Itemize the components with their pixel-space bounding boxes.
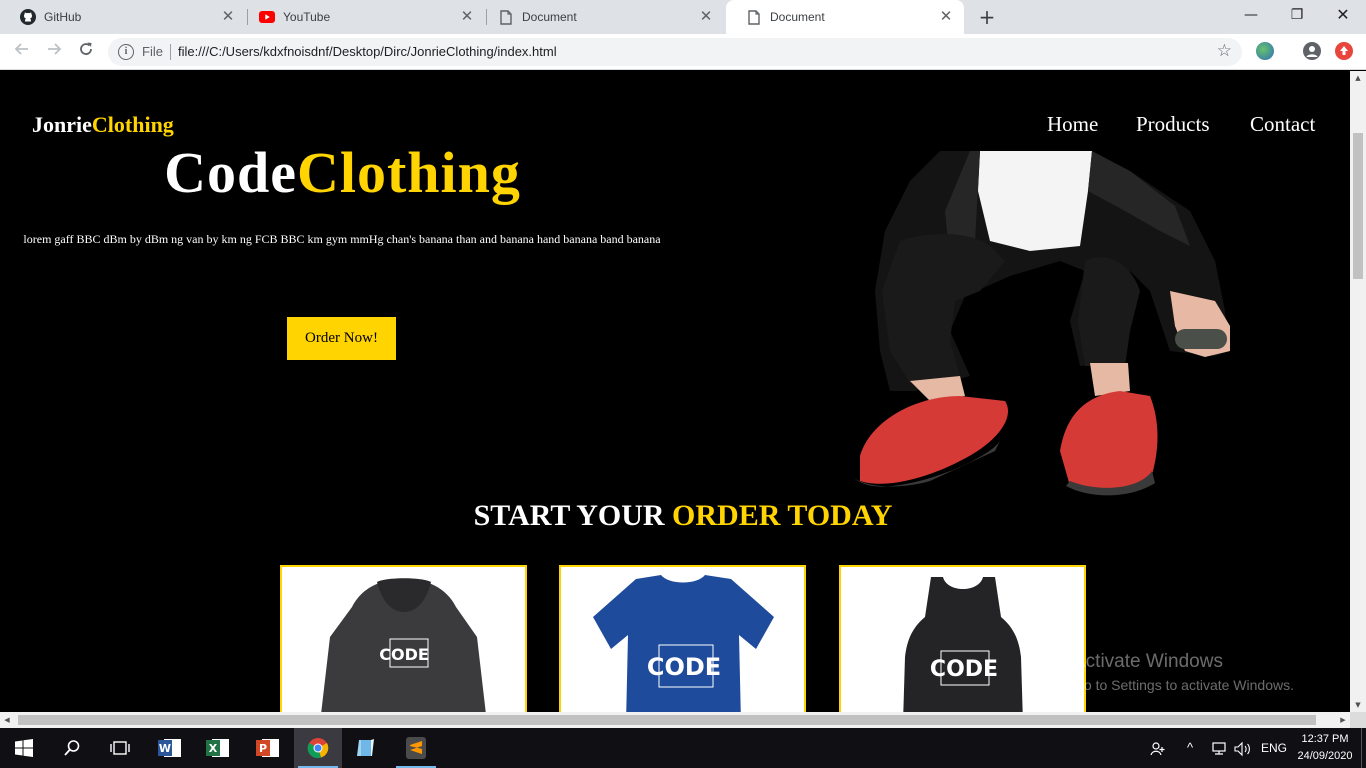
hero-title-part2: Clothing xyxy=(296,140,521,205)
svg-text:P: P xyxy=(259,742,267,755)
vertical-scroll-thumb[interactable] xyxy=(1353,133,1363,279)
tab-youtube[interactable]: YouTube ✕ xyxy=(239,0,485,34)
tab-title: Document xyxy=(522,10,577,24)
horizontal-scrollbar[interactable]: ◀ ▶ xyxy=(0,712,1350,728)
chrome-icon[interactable] xyxy=(294,728,342,768)
clock-time: 12:37 PM xyxy=(1301,733,1349,745)
close-tab-icon[interactable]: ✕ xyxy=(459,9,475,25)
sublime-text-icon[interactable] xyxy=(392,728,440,768)
task-view-icon[interactable] xyxy=(96,728,144,768)
scrollbar-corner xyxy=(1350,712,1366,728)
section-title-part2: ORDER TODAY xyxy=(672,499,893,532)
people-icon[interactable] xyxy=(1150,728,1166,768)
document-icon xyxy=(498,9,514,25)
browser-toolbar: i File file:///C:/Users/kdxfnoisdnf/Desk… xyxy=(0,34,1366,70)
scroll-left-arrow-icon[interactable]: ◀ xyxy=(0,712,14,728)
language-indicator[interactable]: ENG xyxy=(1261,728,1287,768)
windows-start-icon[interactable] xyxy=(0,728,48,768)
profile-avatar-icon[interactable] xyxy=(1303,42,1321,60)
scheme-label: File xyxy=(142,44,163,59)
notepad-icon[interactable] xyxy=(342,728,390,768)
scroll-up-arrow-icon[interactable]: ▲ xyxy=(1350,71,1366,85)
github-icon xyxy=(20,9,36,25)
vertical-scrollbar[interactable]: ▲ ▼ xyxy=(1350,71,1366,712)
hero-title: CodeClothing xyxy=(150,139,535,206)
back-arrow-icon[interactable] xyxy=(10,40,34,64)
close-tab-icon[interactable]: ✕ xyxy=(220,9,236,25)
product-card-hoodie[interactable]: CODE xyxy=(280,565,527,712)
hoodie-image: CODE xyxy=(321,578,486,712)
scroll-right-arrow-icon[interactable]: ▶ xyxy=(1336,712,1350,728)
bookmark-star-icon[interactable]: ☆ xyxy=(1217,41,1232,61)
product-card-tshirt[interactable]: CODE xyxy=(559,565,806,712)
tab-github[interactable]: GitHub ✕ xyxy=(0,0,246,34)
tab-strip: GitHub ✕ YouTube ✕ Document ✕ Document ✕… xyxy=(0,0,1366,34)
update-menu-icon[interactable] xyxy=(1335,42,1353,60)
tank-top-image: CODE xyxy=(903,577,1023,712)
svg-text:X: X xyxy=(209,742,218,755)
tab-title: YouTube xyxy=(283,10,331,24)
watermark-line2: Go to Settings to activate Windows. xyxy=(1073,677,1294,693)
brand-part1: Jonrie xyxy=(32,112,92,137)
close-tab-icon[interactable]: ✕ xyxy=(938,9,954,25)
url-text[interactable]: file:///C:/Users/kdxfnoisdnf/Desktop/Dir… xyxy=(178,44,557,59)
nav-products-link[interactable]: Products xyxy=(1136,112,1210,137)
tab-title: GitHub xyxy=(44,10,82,24)
page-viewport: JonrieClothing Home Products Contact Cod… xyxy=(0,71,1350,712)
restore-button[interactable]: ❐ xyxy=(1274,0,1320,30)
section-title-part1: START YOUR xyxy=(473,499,673,532)
volume-icon[interactable] xyxy=(1234,728,1252,768)
watermark-line1: Activate Windows xyxy=(1073,651,1223,672)
tshirt-print-label: CODE xyxy=(647,653,721,681)
nav-contact-link[interactable]: Contact xyxy=(1250,112,1315,137)
tab-title: Document xyxy=(770,10,825,24)
extension-icon[interactable] xyxy=(1256,42,1274,60)
tab-document[interactable]: Document ✕ xyxy=(478,0,724,34)
hoodie-print-label: CODE xyxy=(379,645,429,664)
brand-part2: Clothing xyxy=(91,112,174,137)
forward-arrow-icon[interactable] xyxy=(42,40,66,64)
order-now-button[interactable]: Order Now! xyxy=(287,317,396,360)
address-bar[interactable]: i File file:///C:/Users/kdxfnoisdnf/Desk… xyxy=(108,38,1242,66)
excel-icon[interactable]: X xyxy=(194,728,242,768)
omnibox-divider xyxy=(170,44,171,60)
tshirt-image: CODE xyxy=(593,575,774,712)
activate-windows-watermark: Activate Windows Go to Settings to activ… xyxy=(1073,651,1294,693)
product-card-tank-top[interactable]: CODE xyxy=(839,565,1086,712)
document-icon xyxy=(746,9,762,25)
nav-home-link[interactable]: Home xyxy=(1047,112,1098,137)
tank-top-print-label: CODE xyxy=(930,657,998,682)
chevron-up-icon[interactable]: ^ xyxy=(1187,728,1193,768)
search-icon[interactable] xyxy=(48,728,96,768)
reload-icon[interactable] xyxy=(74,40,98,64)
show-desktop-button[interactable] xyxy=(1361,728,1366,768)
word-icon[interactable]: W xyxy=(146,728,194,768)
tab-document-active[interactable]: Document ✕ xyxy=(726,0,964,34)
network-icon[interactable] xyxy=(1210,728,1228,768)
youtube-icon xyxy=(259,9,275,25)
hero-title-part1: Code xyxy=(164,140,297,205)
clock[interactable]: 12:37 PM 24/09/2020 xyxy=(1290,731,1360,765)
hero-model-image xyxy=(852,151,1230,496)
new-tab-button[interactable]: + xyxy=(976,6,998,28)
info-icon[interactable]: i xyxy=(118,44,134,60)
svg-text:W: W xyxy=(159,742,171,755)
close-tab-icon[interactable]: ✕ xyxy=(698,9,714,25)
minimize-button[interactable]: — xyxy=(1228,0,1274,30)
scroll-down-arrow-icon[interactable]: ▼ xyxy=(1350,698,1366,712)
horizontal-scroll-thumb[interactable] xyxy=(18,715,1316,725)
powerpoint-icon[interactable]: P xyxy=(244,728,292,768)
site-logo[interactable]: JonrieClothing xyxy=(32,112,174,138)
close-window-button[interactable]: ✕ xyxy=(1320,0,1366,30)
windows-taskbar: W X P ^ ENG 12:37 PM 24/09/2020 xyxy=(0,728,1366,768)
section-title: START YOUR ORDER TODAY xyxy=(0,499,1350,533)
hero-description: lorem gaff BBC dBm by dBm ng van by km n… xyxy=(23,232,661,246)
clock-date: 24/09/2020 xyxy=(1297,750,1353,762)
